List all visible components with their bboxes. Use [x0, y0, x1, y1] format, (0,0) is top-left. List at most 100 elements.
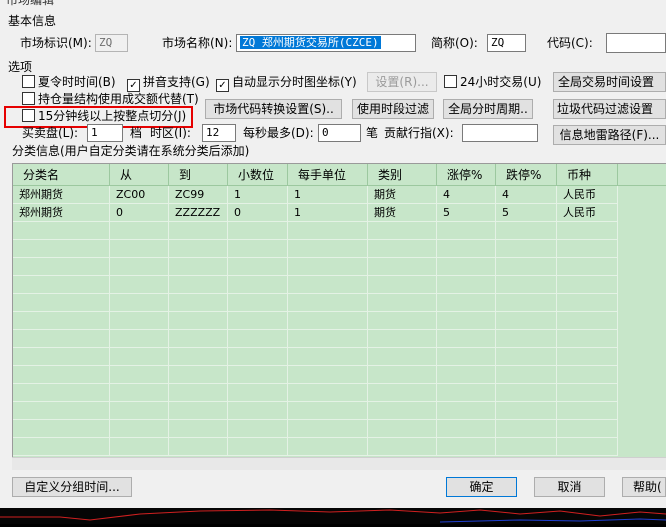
- contribution-index-field[interactable]: [462, 124, 538, 142]
- check-icon: ✓: [216, 79, 229, 92]
- summer-time-checkbox[interactable]: 夏令时时间(B): [22, 74, 116, 90]
- per-second-unit: 笔: [366, 126, 379, 140]
- market-name-field[interactable]: ZQ 郑州期货交易所(CZCE): [236, 34, 416, 52]
- empty-cell: [368, 258, 437, 276]
- short-name-field[interactable]: ZQ: [487, 34, 526, 52]
- empty-cell: [496, 402, 557, 420]
- global-trading-time-button[interactable]: 全局交易时间设置(A): [553, 72, 666, 92]
- junk-code-filter-button[interactable]: 垃圾代码过滤设置(E): [553, 99, 666, 119]
- empty-cell: [557, 276, 618, 294]
- empty-cell: [228, 402, 288, 420]
- cell-decimals: 0: [228, 204, 288, 222]
- empty-cell: [13, 330, 110, 348]
- auto-axis-checkbox[interactable]: ✓ 自动显示分时图坐标(Y): [216, 74, 357, 92]
- per-second-max-field[interactable]: 0: [318, 124, 361, 142]
- categories-section-label: 分类信息(用户自定分类请在系统分类后添加): [12, 144, 250, 158]
- empty-cell: [368, 276, 437, 294]
- depth-field[interactable]: 1: [87, 124, 123, 142]
- global-period-button[interactable]: 全局分时周期..: [443, 99, 533, 119]
- empty-cell: [288, 222, 368, 240]
- table-row[interactable]: 郑州期货 ZC00 ZC99 1 1 期货 4 4 人民币: [13, 186, 666, 204]
- column-header[interactable]: 涨停%: [437, 164, 496, 186]
- empty-table-row: [13, 330, 666, 348]
- ok-button[interactable]: 确定: [446, 477, 517, 497]
- empty-cell: [437, 258, 496, 276]
- empty-cell: [437, 384, 496, 402]
- empty-cell: [496, 312, 557, 330]
- cell-currency: 人民币: [557, 204, 618, 222]
- 24h-trading-checkbox[interactable]: 24小时交易(U): [444, 74, 541, 90]
- empty-cell: [557, 384, 618, 402]
- column-header[interactable]: 从: [110, 164, 169, 186]
- column-header[interactable]: 到: [169, 164, 228, 186]
- cell-to: ZZZZZZ: [169, 204, 228, 222]
- settings-button[interactable]: 设置(R)...: [367, 72, 437, 92]
- table-row[interactable]: 郑州期货 0 ZZZZZZ 0 1 期货 5 5 人民币: [13, 204, 666, 222]
- empty-cell: [288, 402, 368, 420]
- column-header[interactable]: 分类名: [13, 164, 110, 186]
- empty-cell: [496, 276, 557, 294]
- checkbox-box: [444, 75, 457, 88]
- cell-limit-down: 4: [496, 186, 557, 204]
- empty-cell: [288, 294, 368, 312]
- empty-cell: [228, 294, 288, 312]
- empty-cell: [13, 420, 110, 438]
- background-chart-strip: [0, 508, 666, 524]
- open-interest-checkbox[interactable]: 持仓量结构使用成交额代替(T): [22, 91, 199, 107]
- empty-table-row: [13, 384, 666, 402]
- empty-cell: [368, 420, 437, 438]
- column-header[interactable]: 跌停%: [496, 164, 557, 186]
- empty-cell: [437, 438, 496, 456]
- pinyin-checkbox[interactable]: ✓ 拼音支持(G): [127, 74, 210, 92]
- cell-decimals: 1: [228, 186, 288, 204]
- column-header[interactable]: 币种: [557, 164, 618, 186]
- empty-cell: [557, 420, 618, 438]
- timezone-field[interactable]: 12: [202, 124, 236, 142]
- cell-lot-unit: 1: [288, 186, 368, 204]
- timezone-label: 时区(I):: [150, 126, 191, 140]
- empty-cell: [496, 222, 557, 240]
- help-button[interactable]: 帮助(: [622, 477, 666, 497]
- market-id-field[interactable]: ZQ: [95, 34, 128, 52]
- info-mine-path-button[interactable]: 信息地雷路径(F)...: [553, 125, 666, 145]
- empty-cell: [288, 276, 368, 294]
- empty-cell: [110, 312, 169, 330]
- empty-cell: [228, 348, 288, 366]
- cancel-button[interactable]: 取消: [534, 477, 605, 497]
- empty-cell: [437, 420, 496, 438]
- empty-cell: [110, 438, 169, 456]
- empty-cell: [437, 276, 496, 294]
- cell-category-name: 郑州期货: [13, 186, 110, 204]
- empty-cell: [437, 348, 496, 366]
- market-name-label: 市场名称(N):: [162, 36, 233, 50]
- horizontal-scrollbar[interactable]: [12, 457, 666, 470]
- empty-cell: [228, 330, 288, 348]
- empty-cell: [110, 330, 169, 348]
- code-field[interactable]: [606, 33, 666, 53]
- empty-cell: [368, 366, 437, 384]
- empty-cell: [557, 222, 618, 240]
- column-header[interactable]: 每手单位: [288, 164, 368, 186]
- cell-category-name: 郑州期货: [13, 204, 110, 222]
- cell-limit-down: 5: [496, 204, 557, 222]
- empty-cell: [368, 348, 437, 366]
- empty-cell: [169, 348, 228, 366]
- time-filter-button[interactable]: 使用时段过滤: [352, 99, 434, 119]
- window-title: 市场编辑: [6, 0, 55, 7]
- category-grid[interactable]: 分类名 从 到 小数位 每手单位 类别 涨停% 跌停% 币种 郑州期货 ZC00…: [12, 163, 666, 459]
- empty-cell: [13, 348, 110, 366]
- empty-cell: [169, 222, 228, 240]
- empty-cell: [169, 258, 228, 276]
- depth-unit: 档: [130, 126, 143, 140]
- empty-table-row: [13, 240, 666, 258]
- cell-type: 期货: [368, 204, 437, 222]
- custom-group-time-button[interactable]: 自定义分组时间...: [12, 477, 132, 497]
- column-header[interactable]: 小数位: [228, 164, 288, 186]
- empty-cell: [368, 240, 437, 258]
- checkbox-box: [22, 92, 35, 105]
- market-code-conversion-button[interactable]: 市场代码转换设置(S)..: [205, 99, 342, 119]
- empty-cell: [288, 438, 368, 456]
- empty-table-row: [13, 258, 666, 276]
- column-header[interactable]: 类别: [368, 164, 437, 186]
- empty-cell: [110, 240, 169, 258]
